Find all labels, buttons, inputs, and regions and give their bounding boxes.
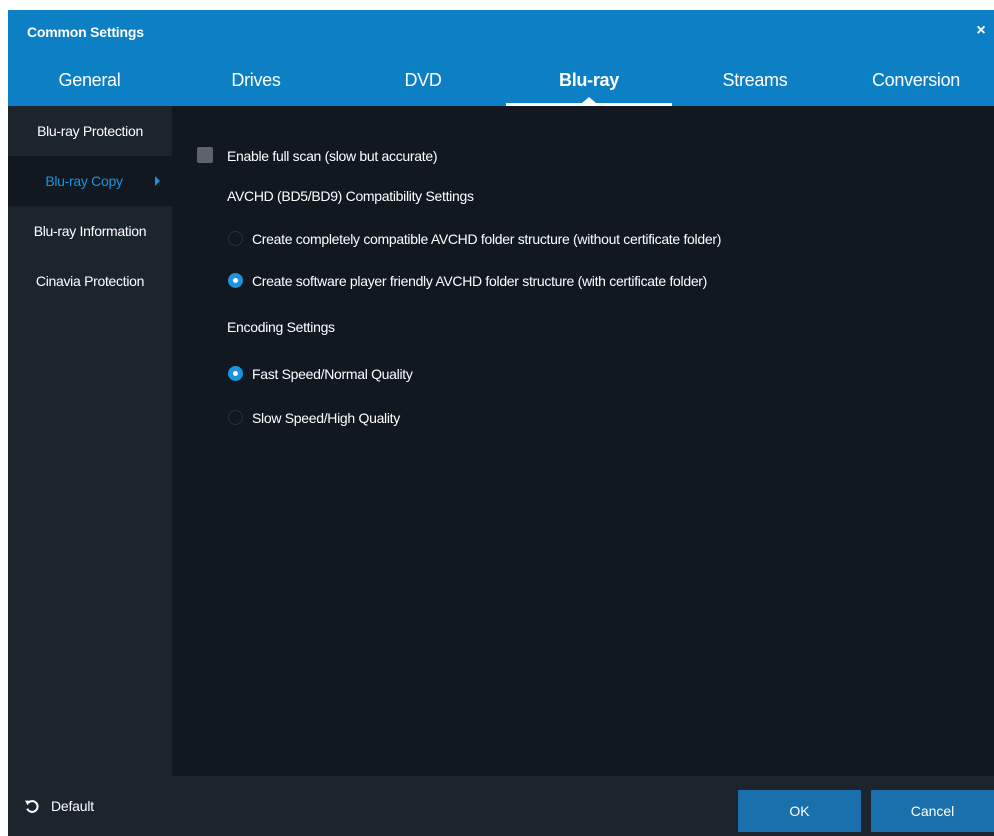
sidebar: Blu-ray Protection Blu-ray Copy Blu-ray … [8,106,172,776]
sidebar-item-label: Cinavia Protection [35,273,145,289]
slow-speed-radio[interactable] [228,410,243,425]
ok-button[interactable]: OK [738,790,861,832]
full-scan-label: Enable full scan (slow but accurate) [227,148,438,164]
settings-dialog: Common Settings × General Drives DVD Blu… [8,10,994,836]
tab-label: Streams [722,70,788,90]
default-label: Default [51,798,94,814]
tab-label: Drives [231,70,281,90]
tab-bar: General Drives DVD Blu-ray Streams Conve… [8,54,994,106]
tab-label: Blu-ray [559,70,619,90]
sidebar-item-label: Blu-ray Protection [37,123,143,139]
cancel-button[interactable]: Cancel [871,790,994,832]
tab-conversion[interactable]: Conversion [838,54,994,106]
sidebar-item-blu-ray-protection[interactable]: Blu-ray Protection [8,106,172,156]
settings-panel: Enable full scan (slow but accurate) AVC… [172,106,994,776]
tab-drives[interactable]: Drives [172,54,340,106]
sidebar-item-blu-ray-information[interactable]: Blu-ray Information [8,206,172,256]
cancel-label: Cancel [910,803,955,819]
full-scan-checkbox[interactable] [197,147,213,163]
tab-label: General [58,70,121,90]
undo-icon [25,800,39,813]
tab-blu-ray[interactable]: Blu-ray [506,54,672,106]
slow-speed-label: Slow Speed/High Quality [252,410,400,426]
fast-speed-radio[interactable] [228,366,243,381]
ok-label: OK [789,803,810,819]
avchd-compatible-radio[interactable] [228,231,243,246]
tab-streams[interactable]: Streams [672,54,838,106]
tab-general[interactable]: General [8,54,171,106]
avchd-software-player-label: Create software player friendly AVCHD fo… [252,273,708,289]
tab-label: DVD [404,70,442,90]
dialog-title: Common Settings [27,24,144,40]
fast-speed-label: Fast Speed/Normal Quality [252,366,413,382]
caret-right-icon [155,176,160,186]
tab-label: Conversion [871,70,961,90]
encoding-heading: Encoding Settings [227,319,335,335]
title-bar: Common Settings × [8,10,994,54]
sidebar-item-cinavia-protection[interactable]: Cinavia Protection [8,256,172,306]
avchd-software-player-radio[interactable] [228,273,243,288]
close-icon[interactable]: × [970,18,992,44]
tab-dvd[interactable]: DVD [340,54,506,106]
sidebar-item-label: Blu-ray Information [33,223,147,239]
sidebar-item-label: Blu-ray Copy [45,173,123,189]
avchd-compatible-label: Create completely compatible AVCHD folde… [252,231,722,247]
avchd-heading: AVCHD (BD5/BD9) Compatibility Settings [227,188,474,204]
sidebar-item-blu-ray-copy[interactable]: Blu-ray Copy [8,156,172,206]
footer-bar: Default OK Cancel [8,776,994,836]
